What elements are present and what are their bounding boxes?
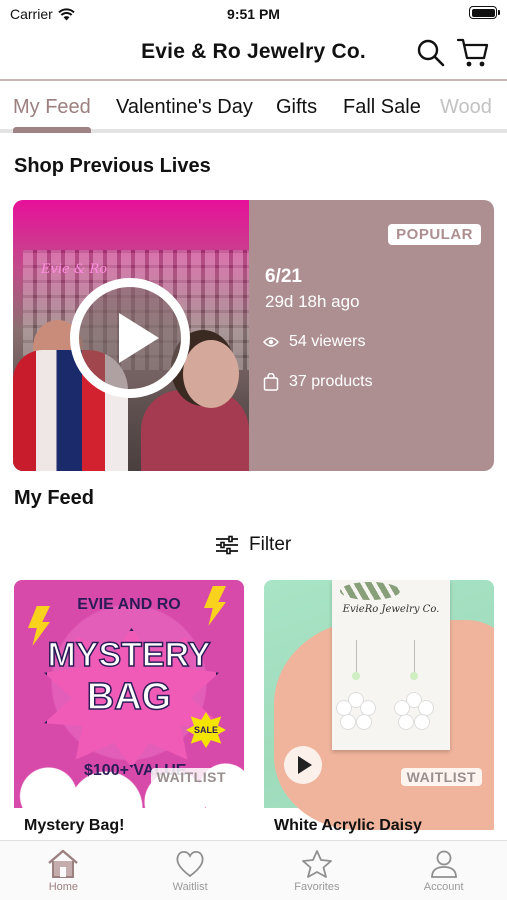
- tab-wood[interactable]: Wood: [440, 96, 492, 119]
- daisy-flower: [336, 692, 376, 732]
- previous-lives-heading: Shop Previous Lives: [14, 155, 211, 177]
- active-tab-indicator: [13, 127, 91, 133]
- live-viewers: 54 viewers: [263, 333, 365, 351]
- leaf-decoration: [340, 582, 400, 600]
- star-icon: [301, 850, 332, 878]
- art-brand-text: EVIE AND RO: [77, 596, 181, 613]
- waitlist-badge: WAITLIST: [400, 768, 482, 786]
- app-header: Evie & Ro Jewelry Co.: [0, 28, 507, 78]
- tab-valentines-day[interactable]: Valentine's Day: [116, 96, 253, 119]
- earring-bead: [410, 672, 418, 680]
- waitlist-badge: WAITLIST: [150, 768, 232, 786]
- search-button[interactable]: [416, 38, 446, 68]
- art-headline-1: MYSTERY: [47, 635, 212, 675]
- earring-bead: [352, 672, 360, 680]
- product-name: Mystery Bag!: [24, 817, 125, 834]
- daisy-flower: [394, 692, 434, 732]
- tab-waitlist-label: Waitlist: [172, 881, 208, 893]
- status-time: 9:51 PM: [227, 6, 280, 22]
- sliders-icon: [216, 535, 238, 555]
- play-icon[interactable]: [70, 278, 190, 398]
- tab-gifts[interactable]: Gifts: [276, 96, 317, 119]
- my-feed-heading: My Feed: [14, 487, 95, 509]
- tab-account[interactable]: Account: [380, 841, 507, 900]
- live-time-ago: 29d 18h ago: [265, 292, 360, 311]
- art-headline-2: BAG: [86, 675, 172, 719]
- thumbnail-person: [183, 340, 239, 408]
- play-icon[interactable]: [284, 746, 322, 784]
- tab-waitlist[interactable]: Waitlist: [127, 841, 254, 900]
- cart-button[interactable]: [456, 37, 490, 69]
- eye-icon: [263, 337, 279, 347]
- tab-favorites-label: Favorites: [294, 881, 340, 893]
- previous-live-card[interactable]: Evie & Ro POPULAR 6/21 29d 18h ago 54 vi…: [13, 200, 494, 471]
- tab-account-label: Account: [423, 881, 464, 893]
- product-image: EVIE AND RO MYSTERY BAG SALE $100+ VALUE…: [14, 580, 244, 808]
- category-tabs: My Feed Valentine's Day Gifts Fall Sale …: [0, 79, 507, 133]
- cart-icon: [456, 38, 489, 67]
- tab-home[interactable]: Home: [0, 841, 127, 900]
- products-count: 37 products: [289, 373, 373, 390]
- bottom-tab-bar: Home Waitlist Favorites Account: [0, 840, 507, 900]
- shopping-bag-icon: [263, 373, 279, 391]
- display-card-text: EvieRo Jewelry Co.: [342, 604, 440, 615]
- status-bar: Carrier 9:51 PM: [0, 0, 507, 28]
- tab-fall-sale[interactable]: Fall Sale: [343, 96, 421, 119]
- product-card-mystery-bag[interactable]: EVIE AND RO MYSTERY BAG SALE $100+ VALUE…: [14, 580, 244, 842]
- live-products: 37 products: [263, 373, 373, 391]
- popular-badge: POPULAR: [388, 224, 481, 245]
- search-icon: [417, 39, 445, 67]
- home-icon: [48, 849, 79, 878]
- heart-icon: [176, 850, 204, 878]
- tab-favorites[interactable]: Favorites: [254, 841, 381, 900]
- product-name: White Acrylic Daisy: [274, 817, 422, 834]
- filter-label: Filter: [249, 534, 292, 555]
- user-icon: [430, 850, 457, 878]
- tab-home-label: Home: [48, 881, 79, 893]
- viewers-count: 54 viewers: [289, 333, 366, 350]
- live-date: 6/21: [265, 266, 302, 287]
- live-video-thumbnail: Evie & Ro: [13, 200, 249, 471]
- sale-burst: SALE: [186, 712, 226, 748]
- filter-button[interactable]: Filter: [215, 534, 291, 556]
- battery-icon: [469, 6, 500, 19]
- product-card-white-acrylic-daisy[interactable]: EvieRo Jewelry Co. WAITLIST White Acryli…: [264, 580, 494, 842]
- neon-sign: Evie & Ro: [41, 262, 108, 277]
- tab-my-feed[interactable]: My Feed: [13, 96, 91, 119]
- product-image: EvieRo Jewelry Co. WAITLIST: [264, 580, 494, 830]
